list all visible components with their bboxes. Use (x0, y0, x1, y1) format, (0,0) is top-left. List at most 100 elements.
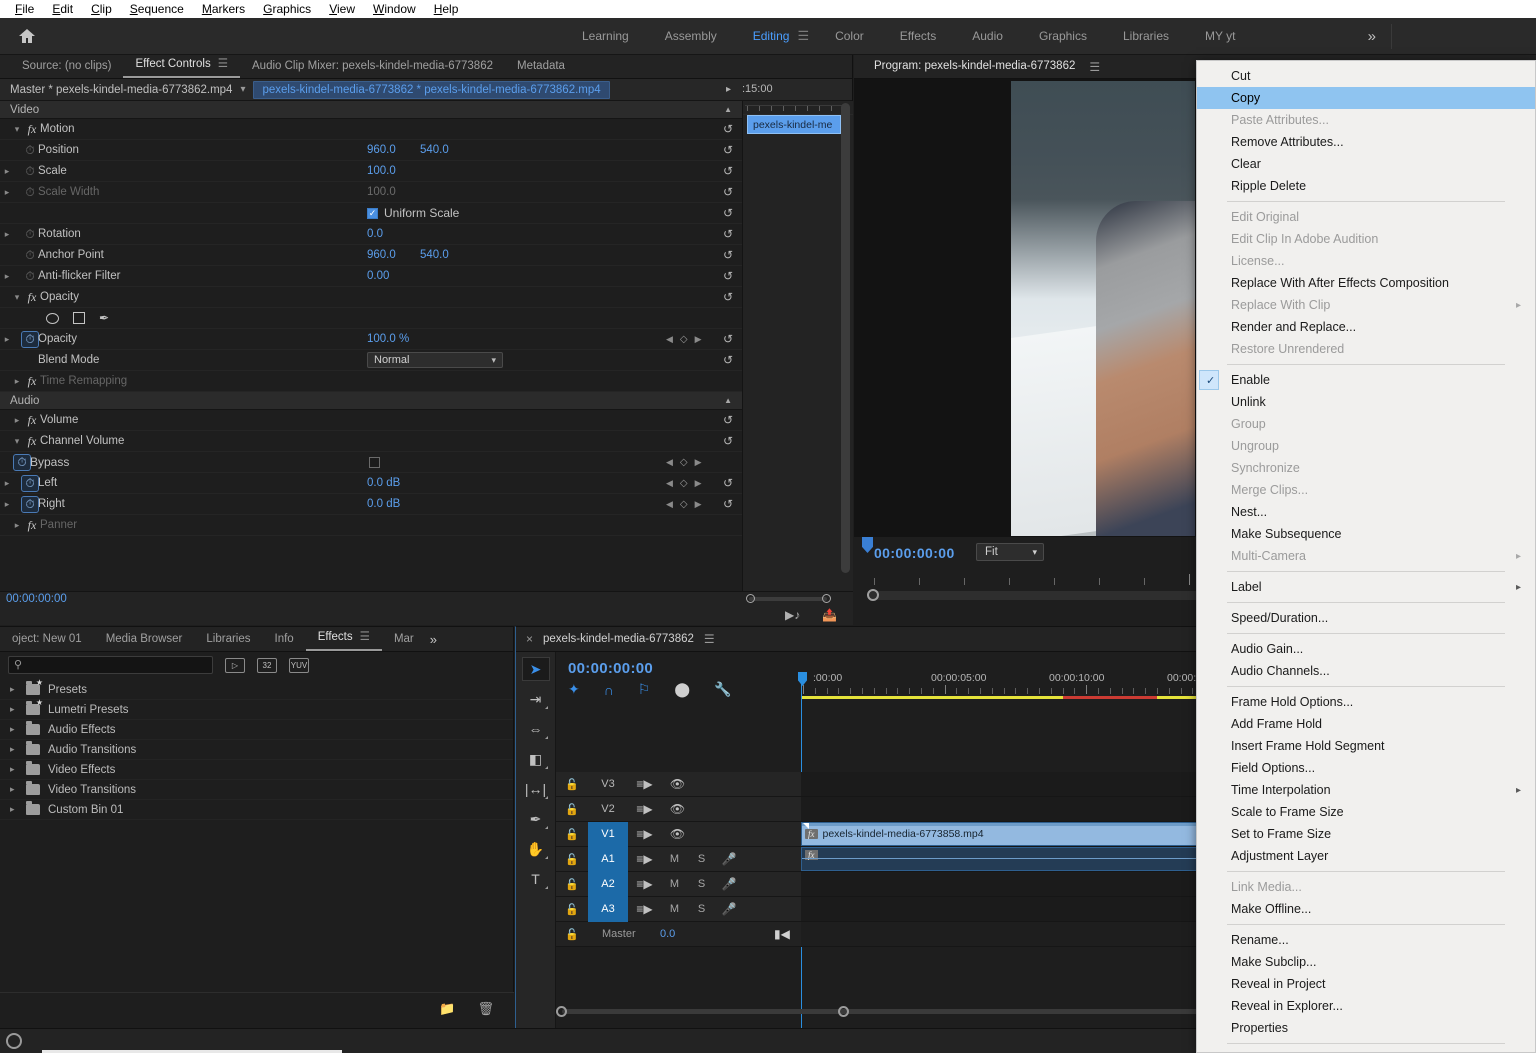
previous-keyframe-icon[interactable]: ◀ (666, 478, 673, 489)
context-menu-item-render-and-replace[interactable]: Render and Replace... (1197, 316, 1535, 338)
chevron-right-icon[interactable]: ▸ (10, 804, 26, 815)
property-rotation[interactable]: ▸ ⏱ Rotation 0.0 ↺ (0, 224, 742, 245)
effects-tabs-overflow-icon[interactable]: » (430, 628, 437, 651)
next-keyframe-icon[interactable]: ▶ (695, 334, 702, 345)
add-keyframe-icon[interactable]: ◇ (680, 499, 688, 510)
type-tool[interactable]: T (523, 868, 549, 890)
context-menu-item-make-subsequence[interactable]: Make Subsequence (1197, 523, 1535, 545)
context-menu-item-rename[interactable]: Rename... (1197, 929, 1535, 951)
settings-wrench-icon[interactable]: 🔧 (714, 681, 731, 698)
mute-button[interactable]: M (661, 903, 688, 915)
context-menu-item-clear[interactable]: Clear (1197, 153, 1535, 175)
property-value[interactable]: 0.00 (367, 270, 389, 282)
context-menu-item-unlink[interactable]: Unlink (1197, 391, 1535, 413)
chevron-right-icon[interactable]: ▸ (10, 764, 26, 775)
track-target-toggle[interactable]: V2 (588, 797, 628, 822)
chevron-right-icon[interactable]: ▸ (10, 704, 26, 715)
add-keyframe-icon[interactable]: ◇ (680, 334, 688, 345)
effect-group-motion[interactable]: ▾ fx Motion ↺ (0, 119, 742, 140)
effects-bin-audio-effects[interactable]: ▸ Audio Effects (0, 720, 513, 740)
microphone-icon[interactable]: 🎤 (715, 877, 743, 891)
menu-help[interactable]: Help (425, 0, 468, 18)
reset-parameter-icon[interactable]: ↺ (723, 353, 733, 367)
lock-icon[interactable]: 🔓 (556, 778, 588, 791)
context-menu-item-audio-gain[interactable]: Audio Gain... (1197, 638, 1535, 660)
property-value-2[interactable]: 540.0 (420, 144, 449, 156)
track-header-v3[interactable]: 🔓 V3 ≡▶ 👁 (556, 772, 801, 797)
search-field[interactable] (31, 657, 209, 673)
context-menu-item-replace-with-after-effects-composition[interactable]: Replace With After Effects Composition (1197, 272, 1535, 294)
pen-tool[interactable]: ✒ (523, 808, 549, 830)
close-icon[interactable]: × (526, 632, 533, 646)
disclosure-triangle-icon[interactable]: ▾ (10, 436, 24, 447)
blend-mode-select[interactable]: Normal ▾ (367, 352, 503, 368)
property-uniform-scale[interactable]: ✓ Uniform Scale ↺ (0, 203, 742, 224)
chevron-right-icon[interactable]: ▸ (10, 744, 26, 755)
effect-group-volume[interactable]: ▸ fx Volume ↺ (0, 410, 742, 431)
context-menu-item-label[interactable]: Label ▸ (1197, 576, 1535, 598)
effects-tab-libraries[interactable]: Libraries (194, 628, 262, 651)
menu-markers[interactable]: Markers (193, 0, 254, 18)
reset-parameter-icon[interactable]: ↺ (723, 497, 733, 511)
context-menu-item-audio-channels[interactable]: Audio Channels... (1197, 660, 1535, 682)
play-audio-icon[interactable]: ▶♪ (785, 608, 800, 622)
sync-lock-icon[interactable]: ≡▶ (628, 802, 661, 816)
magnet-snap-icon[interactable]: ∩ (604, 682, 614, 698)
stopwatch-icon[interactable]: ⏱ (22, 143, 38, 158)
track-header-a1[interactable]: 🔓 A1 ≡▶ M S 🎤 (556, 846, 801, 872)
track-output-icon[interactable]: ▮◀ (774, 927, 790, 941)
disclosure-triangle-icon[interactable]: ▸ (10, 376, 24, 387)
disclosure-triangle-icon[interactable]: ▸ (0, 166, 14, 177)
property-value[interactable]: 100.0 (367, 165, 396, 177)
stopwatch-icon[interactable]: ⏱ (21, 474, 39, 492)
stopwatch-icon[interactable]: ⏱ (22, 164, 38, 179)
eye-icon[interactable]: 👁 (661, 827, 694, 841)
context-menu-item-copy[interactable]: Copy (1197, 87, 1535, 109)
context-menu-item-enable[interactable]: ✓ Enable (1197, 369, 1535, 391)
marker-icon[interactable]: ⬤ (674, 681, 690, 698)
context-menu-item-insert-frame-hold-segment[interactable]: Insert Frame Hold Segment (1197, 735, 1535, 757)
workspace-tab-audio[interactable]: Audio (954, 18, 1021, 55)
lock-icon[interactable]: 🔓 (556, 878, 588, 891)
mute-button[interactable]: M (661, 878, 688, 890)
context-menu-item-make-subclip[interactable]: Make Subclip... (1197, 951, 1535, 973)
eye-icon[interactable]: 👁 (661, 777, 694, 791)
pen-mask-icon[interactable]: ✒ (99, 311, 109, 325)
workspace-overflow-icon[interactable]: » (1368, 28, 1376, 45)
ec-tab-source[interactable]: Source: (no clips) (10, 55, 123, 78)
property-right[interactable]: ▸ ⏱ Right 0.0 dB ◀ ◇ ▶ ↺ (0, 494, 742, 515)
reset-parameter-icon[interactable]: ↺ (723, 269, 733, 283)
delete-icon[interactable]: 🗑 (477, 1001, 494, 1017)
track-target-toggle[interactable]: A1 (588, 846, 628, 872)
previous-keyframe-icon[interactable]: ◀ (666, 334, 673, 345)
effects-tab-oject-new-01[interactable]: oject: New 01 (0, 628, 94, 651)
property-value[interactable]: 0.0 dB (367, 477, 400, 489)
effects-bin-custom-bin-01[interactable]: ▸ Custom Bin 01 (0, 800, 513, 820)
solo-button[interactable]: S (688, 853, 715, 865)
hamburger-icon[interactable]: ☰ (1089, 60, 1100, 74)
hand-tool[interactable]: ✋ (523, 838, 549, 860)
context-menu-item-properties[interactable]: Properties (1197, 1017, 1535, 1039)
context-menu-item-ripple-delete[interactable]: Ripple Delete (1197, 175, 1535, 197)
property-opacity[interactable]: ▸ ⏱ Opacity 100.0 % ◀ ◇ ▶ ↺ (0, 329, 742, 350)
ec-tab-effect-controls[interactable]: Effect Controls ☰ (123, 53, 241, 78)
mini-timeline-clip[interactable]: pexels-kindel-me (747, 115, 841, 134)
stopwatch-icon[interactable]: ⏱ (22, 227, 38, 242)
reset-parameter-icon[interactable]: ↺ (723, 290, 733, 304)
sync-lock-icon[interactable]: ≡▶ (628, 902, 661, 916)
effects-bin-lumetri-presets[interactable]: ▸ Lumetri Presets (0, 698, 513, 720)
sync-lock-icon[interactable]: ≡▶ (628, 777, 661, 791)
property-position[interactable]: ⏱ Position 960.0 540.0 ↺ (0, 140, 742, 161)
workspace-tab-my-yt[interactable]: MY yt (1187, 18, 1253, 55)
property-anchor-point[interactable]: ⏱ Anchor Point 960.0 540.0 ↺ (0, 245, 742, 266)
sync-lock-icon[interactable]: ≡▶ (628, 877, 661, 891)
ec-tab-metadata[interactable]: Metadata (505, 55, 577, 78)
reset-parameter-icon[interactable]: ↺ (723, 143, 733, 157)
workspace-tab-libraries[interactable]: Libraries (1105, 18, 1187, 55)
menu-window[interactable]: Window (364, 0, 425, 18)
program-scroll-knob-left[interactable] (867, 589, 879, 601)
effects-bin-audio-transitions[interactable]: ▸ Audio Transitions (0, 740, 513, 760)
microphone-icon[interactable]: 🎤 (715, 902, 743, 916)
effect-controls-horizontal-scrollbar[interactable] (744, 594, 832, 603)
context-menu-item-field-options[interactable]: Field Options... (1197, 757, 1535, 779)
